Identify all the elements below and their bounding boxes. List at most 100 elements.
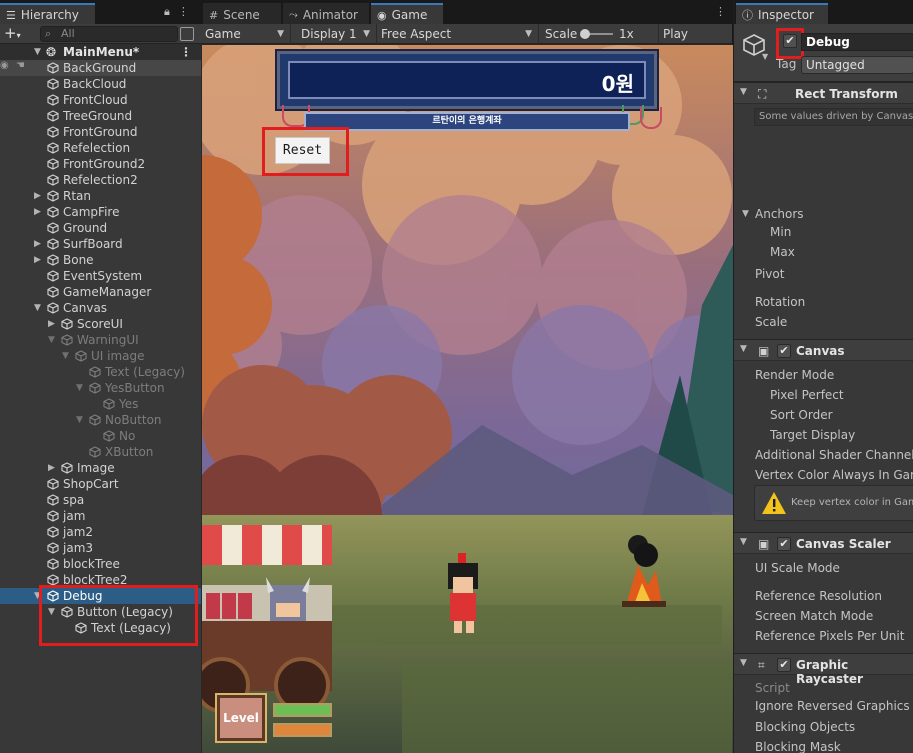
game-mode-dropdown[interactable]: Game ▼ <box>201 24 291 44</box>
collapse-arrow-icon[interactable]: ▶ <box>34 252 41 268</box>
hierarchy-item[interactable]: ▶ ScoreUI <box>0 316 201 332</box>
hierarchy-item-label: WarningUI <box>77 333 139 347</box>
hierarchy-item[interactable]: ▶ Image <box>0 460 201 476</box>
play-focused-dropdown[interactable]: Play Focused <box>659 24 739 61</box>
canvas-enabled-checkbox[interactable]: ✔ <box>777 344 791 358</box>
hierarchy-item[interactable]: XButton <box>0 444 201 460</box>
tag-dropdown[interactable]: Untagged <box>801 56 913 74</box>
warning-icon <box>762 492 786 514</box>
hierarchy-item[interactable]: Yes <box>0 396 201 412</box>
hierarchy-item[interactable]: GameManager <box>0 284 201 300</box>
hierarchy-item[interactable]: ▶ Bone <box>0 252 201 268</box>
rect-transform-header[interactable]: ▼ ⛶ Rect Transform <box>734 82 913 104</box>
scene-name: MainMenu* <box>63 45 140 59</box>
collapse-arrow-icon[interactable]: ▶ <box>34 188 41 204</box>
lock-icon[interactable]: 🔒︎ <box>164 5 170 19</box>
aspect-dropdown[interactable]: Free Aspect ▼ <box>377 24 539 44</box>
collapse-arrow-icon[interactable]: ▶ <box>48 316 55 332</box>
search-placeholder: All <box>61 27 75 40</box>
collapse-arrow-icon[interactable]: ▶ <box>48 460 55 476</box>
expand-arrow-icon[interactable]: ▼ <box>34 300 41 316</box>
foldout-arrow-icon[interactable]: ▼ <box>740 658 747 668</box>
foldout-arrow-icon[interactable]: ▼ <box>740 537 747 547</box>
hierarchy-item-label: Refelection <box>63 141 131 155</box>
hierarchy-item[interactable]: Refelection2 <box>0 172 201 188</box>
scene-row[interactable]: ▼ ❂ MainMenu* ⋮ <box>0 44 201 60</box>
hierarchy-item[interactable]: Text (Legacy) <box>0 364 201 380</box>
hierarchy-item-label: Ground <box>63 221 108 235</box>
hierarchy-item[interactable]: ▼ NoButton <box>0 412 201 428</box>
pixel-perfect-label: Pixel Perfect <box>770 388 844 402</box>
hierarchy-item[interactable]: jam3 <box>0 540 201 556</box>
collapse-arrow-icon[interactable]: ▶ <box>34 236 41 252</box>
level-badge: Level <box>217 695 265 741</box>
tab-animator[interactable]: ⤳ Animator <box>283 3 369 24</box>
collapse-arrow-icon[interactable]: ▶ <box>34 204 41 220</box>
hierarchy-item[interactable]: ▼ Canvas <box>0 300 201 316</box>
hierarchy-item[interactable]: EventSystem <box>0 268 201 284</box>
hierarchy-item[interactable]: No <box>0 428 201 444</box>
canvas-component-header[interactable]: ▼ ▣ ✔ Canvas <box>734 339 913 361</box>
scale-slider[interactable] <box>580 29 613 39</box>
pickable-hand-icon[interactable]: ☚ <box>16 60 25 71</box>
hierarchy-item[interactable]: ▶ SurfBoard <box>0 236 201 252</box>
hierarchy-item[interactable]: ▼ UI image <box>0 348 201 364</box>
scene-menu-icon[interactable]: ⋮ <box>180 44 192 60</box>
foldout-arrow-icon[interactable]: ▼ <box>742 209 749 219</box>
hierarchy-panel: ☰ Hierarchy 🔒︎ ⋮ +▾ ⌕ All ▼ ❂ MainMenu* … <box>0 0 201 753</box>
hierarchy-item[interactable]: FrontCloud <box>0 92 201 108</box>
add-object-button[interactable]: +▾ <box>4 25 21 44</box>
tab-inspector[interactable]: ⓘ Inspector <box>736 3 828 24</box>
hierarchy-search-input[interactable]: ⌕ All <box>40 26 178 42</box>
tag-label: Tag <box>776 57 797 71</box>
visibility-eye-icon[interactable]: ◉ <box>0 60 9 71</box>
caret-down-icon[interactable]: ▼ <box>762 52 768 61</box>
search-options-icon[interactable] <box>180 27 194 41</box>
active-checkbox[interactable]: ✔ <box>783 34 797 48</box>
object-name-field[interactable]: Debug <box>801 33 913 51</box>
hierarchy-item[interactable]: ShopCart <box>0 476 201 492</box>
hierarchy-item[interactable]: blockTree <box>0 556 201 572</box>
scale-slider-handle[interactable] <box>580 29 590 39</box>
tab-scene[interactable]: # Scene <box>203 3 281 24</box>
foldout-arrow-icon[interactable]: ▼ <box>740 344 747 354</box>
hierarchy-item[interactable]: BackGround <box>0 60 201 76</box>
foldout-arrow-icon[interactable]: ▼ <box>740 87 747 97</box>
expand-arrow-icon[interactable]: ▼ <box>48 332 55 348</box>
gameobject-icon <box>47 142 59 154</box>
canvas-scaler-header[interactable]: ▼ ▣ ✔ Canvas Scaler <box>734 532 913 554</box>
tab-hierarchy[interactable]: ☰ Hierarchy <box>0 3 95 24</box>
hierarchy-item[interactable]: ▶ Rtan <box>0 188 201 204</box>
anchors-label[interactable]: Anchors <box>755 207 804 221</box>
hierarchy-item[interactable]: Ground <box>0 220 201 236</box>
hierarchy-item[interactable]: ▼ WarningUI <box>0 332 201 348</box>
graphic-raycaster-enabled-checkbox[interactable]: ✔ <box>777 658 791 672</box>
hierarchy-item-label: spa <box>63 493 85 507</box>
hierarchy-item[interactable]: jam <box>0 508 201 524</box>
graphic-raycaster-header[interactable]: ▼ ⌗ ✔ Graphic Raycaster <box>734 653 913 686</box>
hierarchy-item[interactable]: jam2 <box>0 524 201 540</box>
rotation-label: Rotation <box>755 295 806 309</box>
expand-arrow-icon[interactable]: ▼ <box>62 348 69 364</box>
hierarchy-item[interactable]: Refelection <box>0 140 201 156</box>
expand-arrow-icon[interactable]: ▼ <box>76 412 83 428</box>
canvas-scaler-enabled-checkbox[interactable]: ✔ <box>777 537 791 551</box>
hierarchy-item[interactable]: spa <box>0 492 201 508</box>
hierarchy-item[interactable]: FrontGround2 <box>0 156 201 172</box>
hierarchy-item-label: FrontGround2 <box>63 157 146 171</box>
hierarchy-item[interactable]: ▼ YesButton <box>0 380 201 396</box>
hierarchy-item[interactable]: FrontGround <box>0 124 201 140</box>
expand-arrow-icon[interactable]: ▼ <box>34 44 41 60</box>
kebab-menu-icon[interactable]: ⋮ <box>715 5 726 18</box>
game-viewport[interactable]: 0원 르탄이의 은행계좌 Reset Level <box>202 45 733 753</box>
kebab-menu-icon[interactable]: ⋮ <box>178 5 189 19</box>
hierarchy-item[interactable]: TreeGround <box>0 108 201 124</box>
sort-order-label: Sort Order <box>770 408 833 422</box>
expand-arrow-icon[interactable]: ▼ <box>76 380 83 396</box>
display-dropdown[interactable]: Display 1 ▼ <box>297 24 377 44</box>
hierarchy-item[interactable]: BackCloud <box>0 76 201 92</box>
gamma-warning-box: Keep vertex color in Gamma <box>754 485 913 521</box>
tab-game[interactable]: ◉ Game <box>371 3 443 24</box>
reset-button[interactable]: Reset <box>275 137 330 164</box>
hierarchy-item[interactable]: ▶ CampFire <box>0 204 201 220</box>
